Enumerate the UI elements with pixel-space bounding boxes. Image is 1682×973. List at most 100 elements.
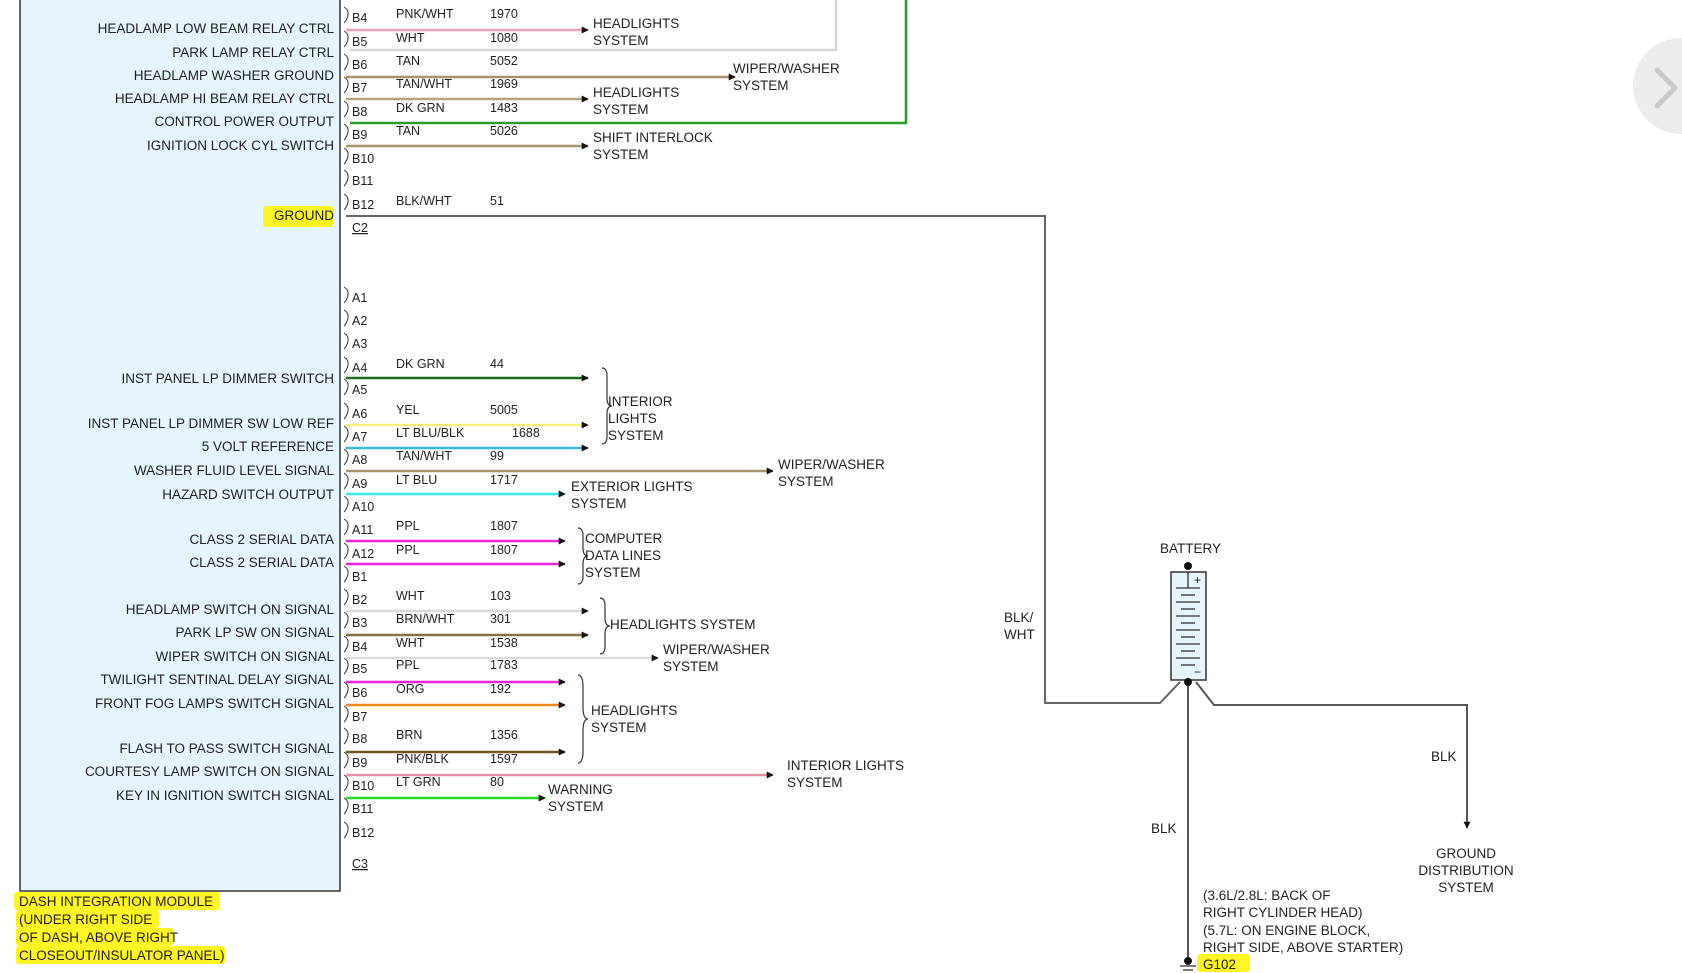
ground-location-2: RIGHT CYLINDER HEAD) bbox=[1203, 905, 1363, 920]
ground-location-4: RIGHT SIDE, ABOVE STARTER) bbox=[1203, 940, 1403, 955]
destination-headlights-system-1-line-2: SYSTEM bbox=[593, 33, 649, 48]
destination-shift-interlock-system-line-1: SHIFT INTERLOCK bbox=[593, 130, 713, 145]
circuit-number-a12-21: 1807 bbox=[490, 543, 518, 557]
pin-b5-1: B5 bbox=[352, 35, 367, 49]
circuit-number-b5-26: 1783 bbox=[490, 658, 518, 672]
pin-bracket-b12-33 bbox=[343, 821, 349, 839]
wire-color-a12-21: PPL bbox=[396, 543, 420, 557]
module-label-headlamp-low-beam-relay-ctrl: HEADLAMP LOW BEAM RELAY CTRL bbox=[98, 21, 335, 36]
circuit-number-b5-1: 1080 bbox=[490, 31, 518, 45]
cable-in-label-2: WHT bbox=[1004, 627, 1035, 642]
pin-bracket-b3-24 bbox=[343, 611, 349, 629]
pin-a3-12: A3 bbox=[352, 337, 367, 351]
ground-location-3: (5.7L: ON ENGINE BLOCK, bbox=[1203, 923, 1370, 938]
pin-bracket-b4-0 bbox=[343, 6, 349, 24]
circuit-number-b2-23: 103 bbox=[490, 589, 511, 603]
circuit-number-a8-17: 99 bbox=[490, 449, 504, 463]
destination-warning-system-line-1: WARNING bbox=[548, 782, 613, 797]
ground-distribution-2: DISTRIBUTION bbox=[1418, 863, 1513, 878]
pin-bracket-a4-13 bbox=[343, 356, 349, 374]
pin-a12-21: A12 bbox=[352, 547, 374, 561]
pin-bracket-b7-28 bbox=[343, 705, 349, 723]
wiring-diagram: HEADLAMP LOW BEAM RELAY CTRL PARK LAMP RE… bbox=[14, 0, 1514, 972]
pin-b4-0: B4 bbox=[352, 11, 367, 25]
cable-right-label: BLK bbox=[1431, 749, 1457, 764]
pin-b11-32: B11 bbox=[352, 802, 373, 816]
connector-c3-34: C3 bbox=[352, 857, 368, 871]
pin-b12-8: B12 bbox=[352, 198, 374, 212]
pin-bracket-a9-18 bbox=[343, 472, 349, 490]
pin-bracket-b8-4 bbox=[343, 100, 349, 118]
pin-b12-33: B12 bbox=[352, 826, 374, 840]
pin-b4-25: B4 bbox=[352, 640, 367, 654]
pin-bracket-a5-14 bbox=[343, 378, 349, 396]
destination-interior-lights-system-2-line-2: SYSTEM bbox=[787, 775, 843, 790]
destination-shift-interlock-system-line-2: SYSTEM bbox=[593, 147, 649, 162]
pin-rows: B4 PNK/WHT 1970 B5 WHT 1080 B6 TAN 5052 B7 TAN/WHT… bbox=[343, 6, 540, 871]
pin-b2-23: B2 bbox=[352, 593, 367, 607]
pin-b10-6: B10 bbox=[352, 152, 374, 166]
circuit-number-b10-31: 80 bbox=[490, 775, 504, 789]
battery-minus-sign: − bbox=[1194, 665, 1201, 679]
circuit-number-b4-25: 1538 bbox=[490, 636, 518, 650]
module-label-headlamp-switch-on-signal: HEADLAMP SWITCH ON SIGNAL bbox=[126, 602, 335, 617]
pin-bracket-a7-16 bbox=[343, 425, 349, 443]
cable-down-label: BLK bbox=[1151, 821, 1177, 836]
ground-distribution-1: GROUND bbox=[1436, 846, 1496, 861]
module-label-park-lamp-relay-ctrl: PARK LAMP RELAY CTRL bbox=[172, 45, 334, 60]
pin-bracket-b5-26 bbox=[343, 657, 349, 675]
pin-a11-20: A11 bbox=[352, 523, 373, 537]
wire-color-b6-2: TAN bbox=[396, 54, 420, 68]
module-label-5-volt-reference: 5 VOLT REFERENCE bbox=[202, 439, 334, 454]
destination-wiper-washer-system-3-line-1: WIPER/WASHER bbox=[663, 642, 770, 657]
ground-point-dot bbox=[1184, 957, 1192, 965]
circuit-number-b6-2: 5052 bbox=[490, 54, 518, 68]
circuit-number-a6-15: 5005 bbox=[490, 403, 518, 417]
wire-color-b8-4: DK GRN bbox=[396, 101, 445, 115]
pin-a6-15: A6 bbox=[352, 407, 367, 421]
pin-bracket-b9-5 bbox=[343, 123, 349, 141]
pin-bracket-b10-6 bbox=[343, 147, 349, 165]
destination-wiper-washer-system-2-line-1: WIPER/WASHER bbox=[778, 457, 885, 472]
wires bbox=[346, 26, 1471, 961]
pin-bracket-b6-2 bbox=[343, 53, 349, 71]
module-label-inst-panel-lp-dimmer-sw-low-ref: INST PANEL LP DIMMER SW LOW REF bbox=[88, 416, 334, 431]
wire-color-a8-17: TAN/WHT bbox=[396, 449, 452, 463]
circuit-number-b9-5: 5026 bbox=[490, 124, 518, 138]
pin-bracket-b12-8 bbox=[343, 193, 349, 211]
wire-color-b9-5: TAN bbox=[396, 124, 420, 138]
pin-bracket-a12-21 bbox=[343, 542, 349, 560]
module-label-wiper-switch-on-signal: WIPER SWITCH ON SIGNAL bbox=[155, 649, 334, 664]
circuit-number-b6-27: 192 bbox=[490, 682, 511, 696]
destination-headlights-system-4-line-1: HEADLIGHTS bbox=[591, 703, 677, 718]
pin-bracket-b4-25 bbox=[343, 635, 349, 653]
battery-label: BATTERY bbox=[1160, 541, 1221, 556]
pin-bracket-a1-10 bbox=[343, 286, 349, 304]
ground-id: G102 bbox=[1203, 957, 1236, 972]
pin-b5-26: B5 bbox=[352, 662, 367, 676]
module-caption-line-3: OF DASH, ABOVE RIGHT bbox=[19, 930, 178, 945]
module-label-courtesy-lamp-switch-on-signal: COURTESY LAMP SWITCH ON SIGNAL bbox=[85, 764, 335, 779]
pin-b3-24: B3 bbox=[352, 616, 367, 630]
chevron-right-icon bbox=[1654, 67, 1678, 109]
module-label-headlamp-washer-ground: HEADLAMP WASHER GROUND bbox=[134, 68, 335, 83]
pin-bracket-b8-29 bbox=[343, 727, 349, 745]
module-label-key-in-ignition-switch-signal: KEY IN IGNITION SWITCH SIGNAL bbox=[116, 788, 335, 803]
wire-color-a6-15: YEL bbox=[396, 403, 420, 417]
destination-exterior-lights-system-line-1: EXTERIOR LIGHTS bbox=[571, 479, 693, 494]
module-caption-line-1: DASH INTEGRATION MODULE bbox=[19, 894, 213, 909]
destination-headlights-system-3-line-1: HEADLIGHTS SYSTEM bbox=[610, 617, 756, 632]
wire-color-b2-23: WHT bbox=[396, 589, 425, 603]
wire-color-b9-30: PNK/BLK bbox=[396, 752, 449, 766]
module-label-twilight-sentinal-delay-signal: TWILIGHT SENTINAL DELAY SIGNAL bbox=[100, 672, 334, 687]
circuit-number-b3-24: 301 bbox=[490, 612, 511, 626]
destination-headlights-system-2-line-2: SYSTEM bbox=[593, 102, 649, 117]
module-label-headlamp-hi-beam-relay-ctrl: HEADLAMP HI BEAM RELAY CTRL bbox=[115, 91, 335, 106]
wire-color-b8-29: BRN bbox=[396, 728, 422, 742]
wire-color-b3-24: BRN/WHT bbox=[396, 612, 455, 626]
destination-interior-lights-system-1-line-2: LIGHTS bbox=[608, 411, 657, 426]
pin-bracket-b11-7 bbox=[343, 169, 349, 187]
destination-exterior-lights-system-line-2: SYSTEM bbox=[571, 496, 627, 511]
circuit-number-b4-0: 1970 bbox=[490, 7, 518, 21]
pin-bracket-b1-22 bbox=[343, 565, 349, 583]
